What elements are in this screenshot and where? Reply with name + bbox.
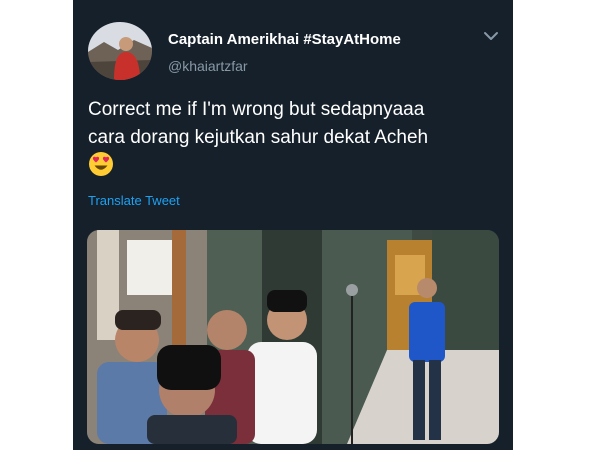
tweet-text-line: Correct me if I'm wrong but sedapnyaaa — [88, 99, 425, 120]
avatar-image — [88, 22, 152, 80]
tweet-video[interactable] — [87, 230, 499, 444]
chevron-down-icon[interactable] — [483, 30, 499, 42]
tweet-text-line: cara dorang kejutkan sahur dekat Acheh — [88, 127, 429, 148]
avatar[interactable] — [88, 22, 152, 80]
translate-tweet-link[interactable]: Translate Tweet — [88, 193, 180, 208]
video-frame — [87, 230, 499, 444]
display-name[interactable]: Captain Amerikhai #StayAtHome — [168, 31, 401, 48]
heart-eyes-emoji-icon — [89, 152, 113, 176]
tweet-card[interactable]: Captain Amerikhai #StayAtHome @khaiartzf… — [73, 0, 513, 450]
user-handle[interactable]: @khaiartzfar — [168, 58, 248, 74]
tweet-text: Correct me if I'm wrong but sedapnyaaa c… — [88, 96, 508, 152]
